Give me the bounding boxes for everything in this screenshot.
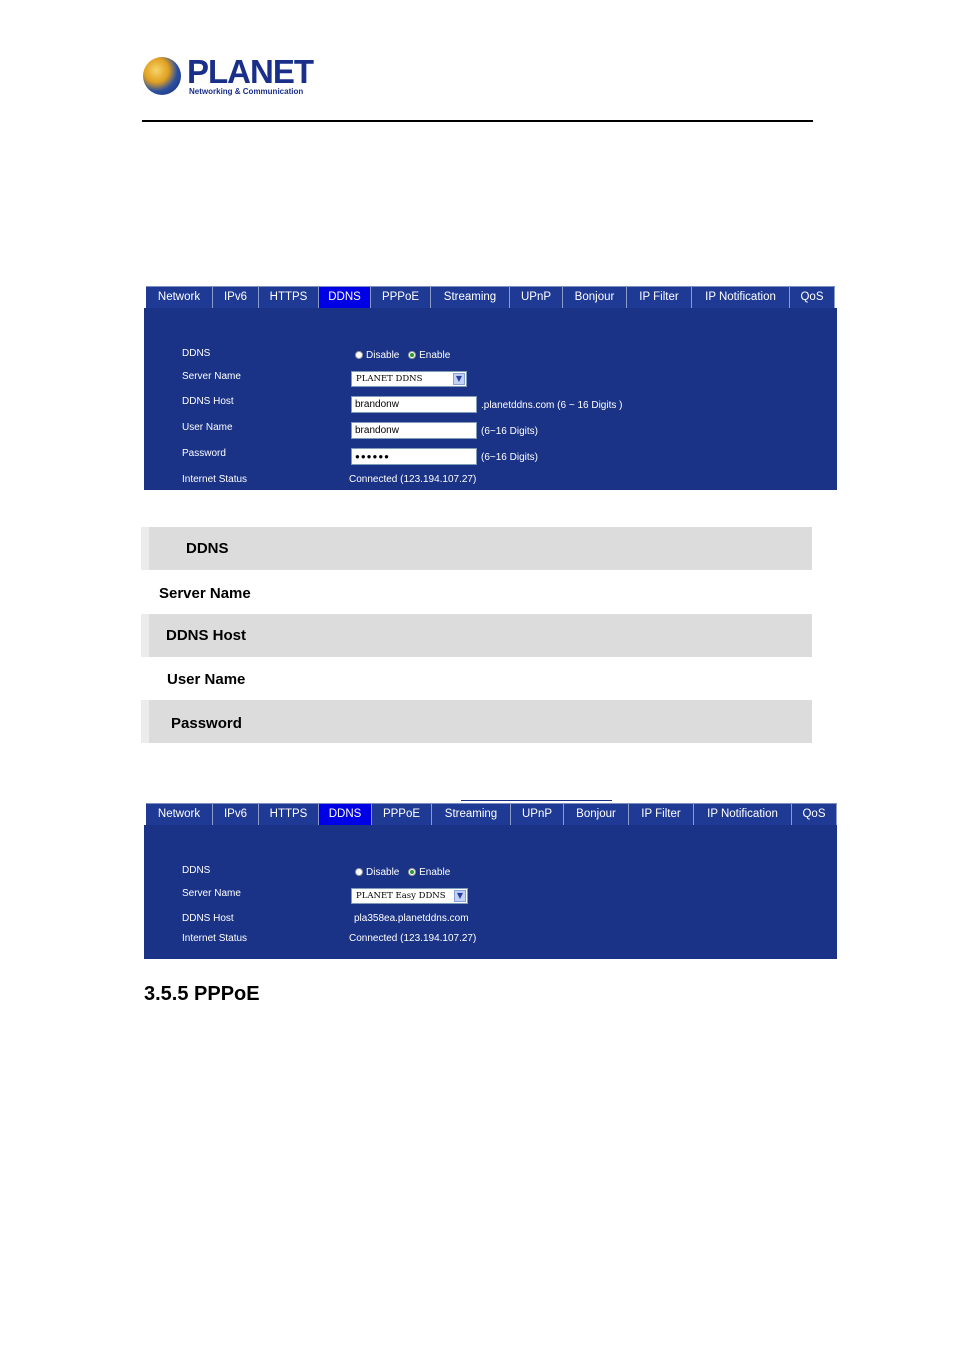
chevron-down-icon[interactable]: ▼ (454, 890, 466, 902)
server-name-label: Server Name (182, 371, 241, 382)
password-label: Password (182, 448, 226, 459)
ddns-settings-panel: DDNS Disable Enable Server Name PLANET D… (144, 308, 837, 490)
desc-label-server-name: Server Name (159, 585, 251, 602)
desc-row-user-name: User Name (141, 657, 812, 700)
disable-radio[interactable] (355, 351, 363, 359)
disable-label: Disable (366, 867, 400, 878)
enable-label: Enable (419, 867, 451, 878)
desc-row-server-name: Server Name (141, 571, 812, 614)
ddns-host-label: DDNS Host (182, 913, 234, 924)
ddns-radio-group: Disable Enable (355, 350, 450, 361)
globe-icon (143, 57, 181, 95)
tab-ipv6[interactable]: IPv6 (213, 287, 259, 308)
tab-https[interactable]: HTTPS (259, 287, 319, 308)
section-heading: 3.5.5 PPPoE (144, 983, 260, 1005)
tab-qos[interactable]: QoS (792, 804, 837, 825)
internet-status-value: Connected (123.194.107.27) (349, 474, 477, 485)
user-name-input[interactable]: brandonw (351, 422, 477, 439)
ddns-host-value: pla358ea.planetddns.com (354, 913, 469, 924)
server-name-select[interactable]: PLANET DDNS ▼ (351, 371, 467, 387)
enable-label: Enable (419, 350, 451, 361)
tab-https[interactable]: HTTPS (259, 804, 319, 825)
server-name-label: Server Name (182, 888, 241, 899)
tab-network[interactable]: Network (146, 287, 213, 308)
server-name-value: PLANET Easy DDNS (356, 891, 446, 901)
tab-pppoe[interactable]: PPPoE (371, 287, 431, 308)
header-divider (142, 120, 813, 122)
settings-tab-bar: Network IPv6 HTTPS DDNS PPPoE Streaming … (146, 286, 835, 308)
logo-wordmark: PLANET (187, 53, 314, 90)
desc-row-ddns-host: DDNS Host (141, 614, 812, 657)
ddns-host-input[interactable]: brandonw (351, 396, 477, 413)
disable-label: Disable (366, 350, 400, 361)
tab-network[interactable]: Network (146, 804, 213, 825)
desc-row-ddns: DDNS (141, 527, 812, 570)
chevron-down-icon[interactable]: ▼ (453, 373, 465, 385)
server-name-value: PLANET DDNS (356, 374, 423, 384)
logo-tagline: Networking & Communication (189, 87, 304, 96)
tab-streaming[interactable]: Streaming (431, 287, 510, 308)
enable-radio[interactable] (408, 868, 417, 876)
desc-label-ddns-host: DDNS Host (166, 627, 247, 644)
ddns-label: DDNS (182, 348, 211, 359)
settings-tab-bar-2: Network IPv6 HTTPS DDNS PPPoE Streaming … (146, 803, 837, 825)
enable-radio[interactable] (408, 351, 417, 359)
internet-status-label: Internet Status (182, 474, 248, 485)
tab-bonjour[interactable]: Bonjour (564, 804, 629, 825)
ddns-host-hint: .planetddns.com (6 ~ 16 Digits ) (481, 400, 623, 411)
server-name-select[interactable]: PLANET Easy DDNS ▼ (351, 888, 468, 904)
tab-ipv6[interactable]: IPv6 (213, 804, 259, 825)
tab-ip-notification[interactable]: IP Notification (692, 287, 790, 308)
user-name-label: User Name (182, 422, 233, 433)
planet-logo: PLANET Networking & Communication (143, 55, 314, 101)
tab-ip-filter[interactable]: IP Filter (629, 804, 694, 825)
tab-upnp[interactable]: UPnP (510, 287, 563, 308)
tab-ip-notification[interactable]: IP Notification (694, 804, 792, 825)
easy-ddns-settings-panel: DDNS Disable Enable Server Name PLANET E… (144, 825, 837, 959)
tab-ip-filter[interactable]: IP Filter (627, 287, 692, 308)
desc-label-password: Password (171, 715, 242, 732)
tab-upnp[interactable]: UPnP (511, 804, 564, 825)
desc-label-ddns: DDNS (186, 540, 229, 557)
ddns-label: DDNS (182, 865, 211, 876)
tab-pppoe[interactable]: PPPoE (372, 804, 432, 825)
disable-radio[interactable] (355, 868, 363, 876)
ddns-radio-group: Disable Enable (355, 867, 450, 878)
desc-row-password: Password (141, 700, 812, 743)
tab-streaming[interactable]: Streaming (432, 804, 511, 825)
internet-status-label: Internet Status (182, 933, 248, 944)
tab-qos[interactable]: QoS (790, 287, 835, 308)
link-underline (461, 800, 612, 801)
desc-label-user-name: User Name (167, 671, 246, 688)
password-hint: (6~16 Digits) (481, 452, 538, 463)
tab-ddns[interactable]: DDNS (319, 804, 372, 825)
tab-ddns[interactable]: DDNS (319, 287, 371, 308)
password-input[interactable]: ●●●●●● (351, 448, 477, 465)
tab-bonjour[interactable]: Bonjour (563, 287, 627, 308)
internet-status-value: Connected (123.194.107.27) (349, 933, 477, 944)
user-name-hint: (6~16 Digits) (481, 426, 538, 437)
ddns-host-label: DDNS Host (182, 396, 234, 407)
